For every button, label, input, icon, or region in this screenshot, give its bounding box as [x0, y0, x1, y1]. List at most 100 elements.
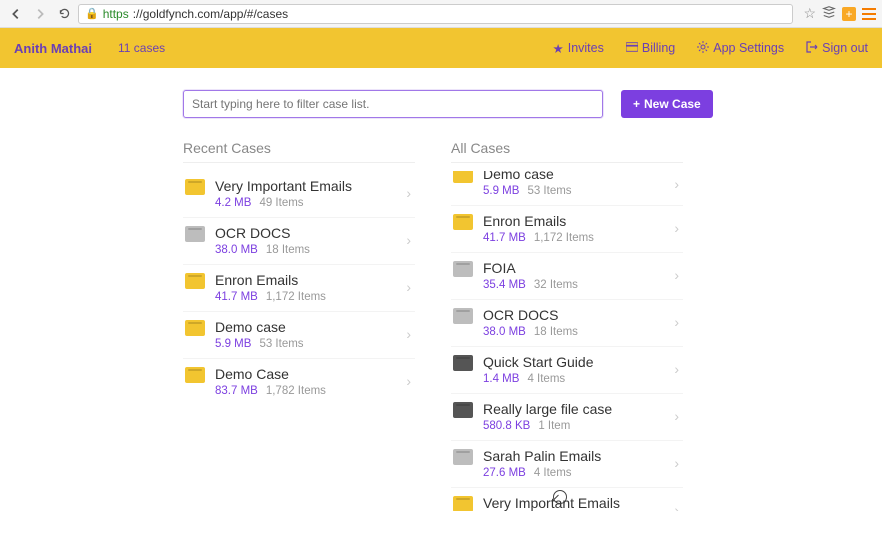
- user-name[interactable]: Anith Mathai: [14, 41, 92, 56]
- case-meta: Very Important Emails4.2 MB49 Items: [483, 494, 674, 511]
- settings-link[interactable]: App Settings: [697, 41, 784, 56]
- chevron-right-icon: ›: [674, 361, 681, 377]
- case-item[interactable]: Very Important Emails4.2 MB49 Items›✎✕: [451, 488, 683, 511]
- case-items: 1,782 Items: [266, 385, 326, 397]
- case-item[interactable]: OCR DOCS38.0 MB18 Items›: [183, 218, 415, 265]
- case-meta: Enron Emails 41.7 MB 1,172 Items: [215, 271, 406, 303]
- case-size: 4.2 MB: [215, 197, 251, 209]
- chevron-right-icon: ›: [406, 232, 413, 248]
- case-name: OCR DOCS: [483, 306, 674, 324]
- new-case-button[interactable]: + New Case: [621, 90, 713, 118]
- case-item[interactable]: Enron Emails41.7 MB1,172 Items›✎✕: [451, 206, 683, 253]
- back-button[interactable]: [6, 4, 26, 24]
- case-item[interactable]: FOIA35.4 MB32 Items›✎✕: [451, 253, 683, 300]
- case-name: Enron Emails: [215, 271, 406, 289]
- folder-icon: [453, 402, 473, 418]
- case-size: 1.4 MB: [483, 373, 519, 385]
- case-items: 49 Items: [259, 197, 303, 209]
- lock-icon: 🔒: [85, 7, 99, 20]
- settings-label: App Settings: [713, 41, 784, 55]
- case-size: 27.6 MB: [483, 467, 526, 479]
- extension-icon[interactable]: +: [842, 7, 856, 21]
- all-title: All Cases: [451, 140, 683, 163]
- case-size: 41.7 MB: [215, 291, 258, 303]
- chevron-right-icon: ›: [674, 408, 681, 424]
- case-count: 11 cases: [118, 41, 165, 55]
- case-items: 1,172 Items: [534, 232, 594, 244]
- case-size: 41.7 MB: [483, 232, 526, 244]
- case-item[interactable]: Sarah Palin Emails27.6 MB4 Items›✎✕: [451, 441, 683, 488]
- case-name: Enron Emails: [483, 212, 674, 230]
- case-items: 1,172 Items: [266, 291, 326, 303]
- case-items: 4 Items: [527, 373, 565, 385]
- card-icon: [626, 41, 638, 56]
- case-item[interactable]: Demo case5.9 MB53 Items›: [183, 312, 415, 359]
- invites-link[interactable]: ★ Invites: [553, 41, 604, 56]
- case-item[interactable]: Demo case 5.9 MB 53 Items ›: [451, 171, 683, 206]
- case-name: Sarah Palin Emails: [483, 447, 674, 465]
- bookmark-star-icon[interactable]: ☆: [803, 5, 816, 22]
- billing-link[interactable]: Billing: [626, 41, 675, 56]
- signout-label: Sign out: [822, 41, 868, 55]
- case-meta: Very Important Emails4.2 MB49 Items: [215, 177, 406, 209]
- case-size: 580.8 KB: [483, 420, 530, 432]
- folder-icon: [453, 449, 473, 465]
- chevron-right-icon: ›: [674, 455, 681, 471]
- case-item[interactable]: Demo Case 83.7 MB 1,782 Items ›: [183, 359, 415, 405]
- case-name: Quick Start Guide: [483, 353, 674, 371]
- chevron-right-icon: ›: [674, 176, 681, 192]
- recent-cases-column: Recent Cases Very Important Emails4.2 MB…: [183, 140, 415, 511]
- chevron-right-icon: ›: [674, 220, 681, 236]
- folder-icon: [453, 308, 473, 324]
- browser-toolbar: 🔒 https://goldfynch.com/app/#/cases ☆ +: [0, 0, 882, 28]
- chevron-right-icon: ›: [406, 279, 413, 295]
- chevron-right-icon: ›: [406, 373, 413, 389]
- case-name: Very Important Emails: [483, 494, 674, 511]
- case-item[interactable]: OCR DOCS38.0 MB18 Items›✎✕: [451, 300, 683, 347]
- url-bar[interactable]: 🔒 https://goldfynch.com/app/#/cases: [78, 4, 793, 24]
- billing-label: Billing: [642, 41, 675, 55]
- case-size: 83.7 MB: [215, 385, 258, 397]
- folder-icon: [185, 179, 205, 195]
- gear-icon: [697, 41, 709, 56]
- case-name: Demo case: [483, 171, 674, 183]
- all-cases-column: All Cases Demo case5.9 MB53 Items›Enron …: [451, 140, 683, 511]
- chevron-right-icon: ›: [406, 185, 413, 201]
- app-header: Anith Mathai 11 cases ★ Invites Billing …: [0, 28, 882, 68]
- folder-icon: [185, 367, 205, 383]
- new-case-label: New Case: [644, 97, 701, 111]
- folder-icon: [185, 226, 205, 242]
- case-items: 1 Item: [538, 420, 570, 432]
- stack-icon[interactable]: [822, 5, 836, 22]
- folder-icon: [185, 320, 205, 336]
- chevron-right-icon: ›: [674, 267, 681, 283]
- folder-icon: [453, 171, 473, 183]
- case-item[interactable]: Quick Start Guide1.4 MB4 Items›✎✕: [451, 347, 683, 394]
- case-size: 38.0 MB: [483, 326, 526, 338]
- menu-icon[interactable]: [862, 8, 876, 20]
- case-item[interactable]: Really large file case580.8 KB1 Item›✎✕: [451, 394, 683, 441]
- case-meta: Quick Start Guide 1.4 MB 4 Items: [483, 353, 674, 385]
- case-name: Demo Case: [215, 365, 406, 383]
- star-icon: ★: [553, 41, 564, 56]
- case-meta: Demo Case 83.7 MB 1,782 Items: [215, 365, 406, 397]
- case-meta: OCR DOCS38.0 MB18 Items: [215, 224, 406, 256]
- filter-input[interactable]: [183, 90, 603, 118]
- signout-link[interactable]: Sign out: [806, 41, 868, 56]
- main-area: + New Case Recent Cases Very Important E…: [0, 68, 882, 542]
- folder-icon: [453, 261, 473, 277]
- forward-button[interactable]: [30, 4, 50, 24]
- case-items: 53 Items: [527, 185, 571, 197]
- case-name: Really large file case: [483, 400, 674, 418]
- case-items: 18 Items: [266, 244, 310, 256]
- reload-button[interactable]: [54, 4, 74, 24]
- case-meta: Really large file case 580.8 KB 1 Item: [483, 400, 674, 432]
- case-name: OCR DOCS: [215, 224, 406, 242]
- folder-icon: [453, 496, 473, 511]
- case-item[interactable]: Very Important Emails4.2 MB49 Items›: [183, 171, 415, 218]
- case-size: 5.9 MB: [483, 185, 519, 197]
- all-list[interactable]: Demo case5.9 MB53 Items›Enron Emails41.7…: [451, 171, 683, 511]
- case-items: 18 Items: [534, 326, 578, 338]
- case-item[interactable]: Enron Emails 41.7 MB 1,172 Items ›: [183, 265, 415, 312]
- case-size: 35.4 MB: [483, 279, 526, 291]
